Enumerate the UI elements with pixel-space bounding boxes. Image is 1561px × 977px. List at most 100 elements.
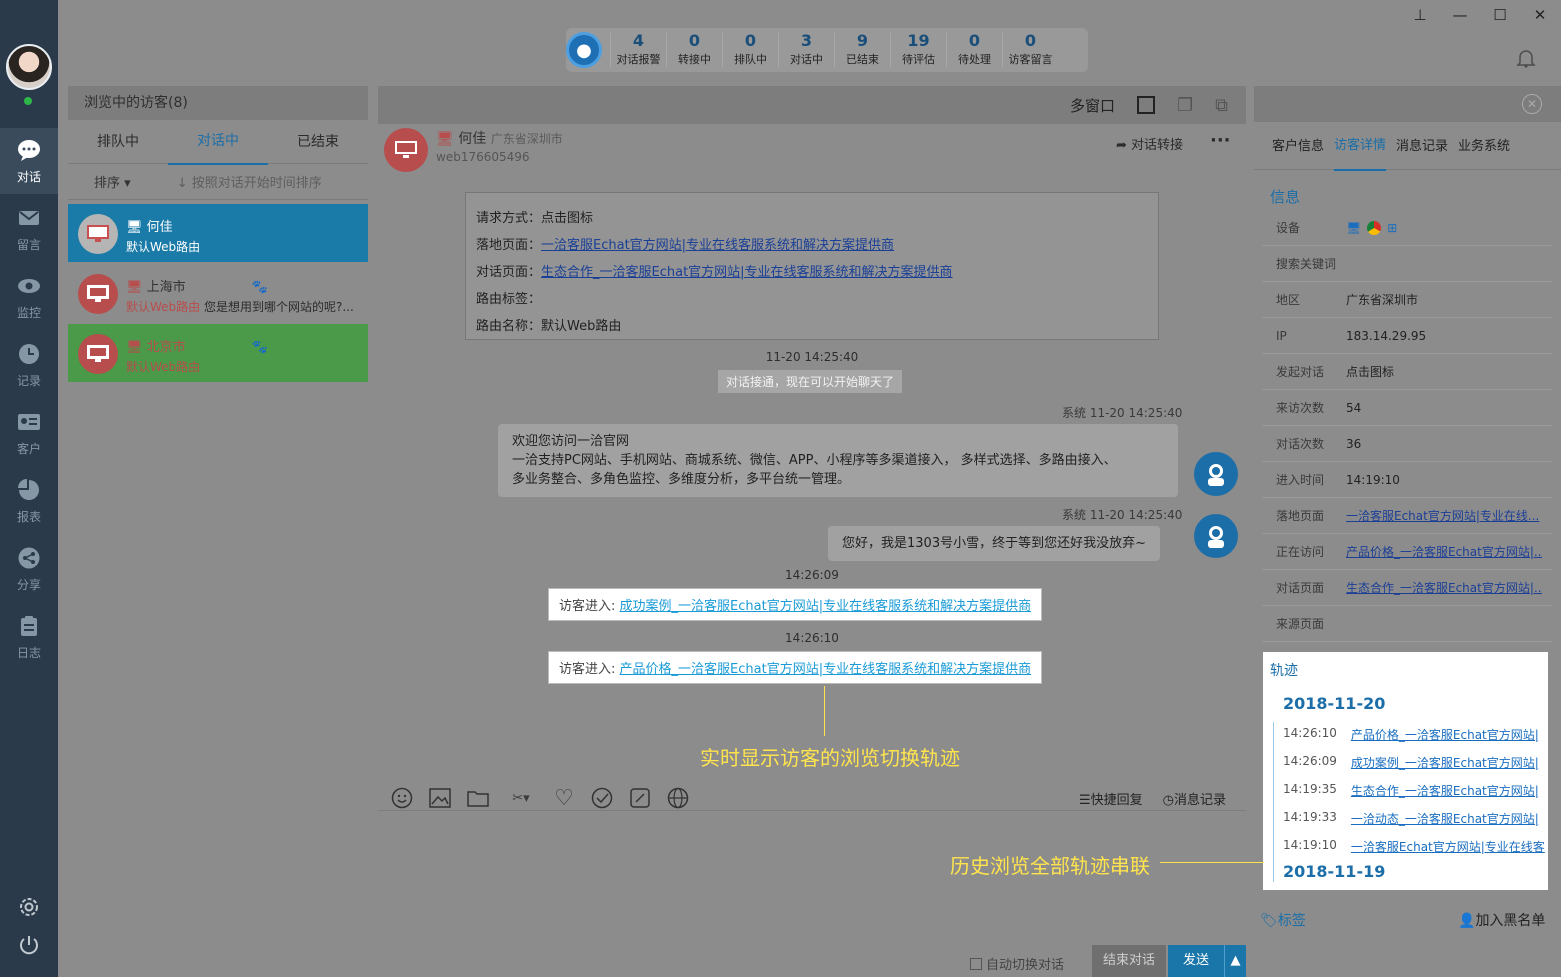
bell-icon[interactable] [1516,48,1536,72]
visitor-route: 默认Web路由 [126,360,201,374]
emoji-icon[interactable] [390,786,414,810]
tile-window-icon[interactable]: ⧉ [1215,95,1228,116]
track-time: 14:19:10 [1283,838,1337,852]
composer-toolbar: ✂▾ ♡ ☰快捷回复 ◷消息记录 [378,786,1246,811]
chat-page-link[interactable]: 生态合作_一洽客服Echat官方网站|专业在线客服系统和解决方案提供商 [541,265,953,280]
track-item: 14:26:09 成功案例_一洽客服Echat官方网站| [1283,754,1539,771]
close-panel-icon[interactable]: ✕ [1522,94,1542,114]
rating-icon[interactable] [590,786,614,810]
info-key: 来访次数 [1276,401,1325,415]
track-page-link[interactable]: 成功案例_一洽客服Echat官方网站| [1351,754,1539,771]
message-record-button[interactable]: ◷消息记录 [1163,789,1226,808]
nav-records-label: 记录 [16,373,41,388]
enter-page-link[interactable]: 产品价格_一洽客服Echat官方网站|专业在线客服系统和解决方案提供商 [620,662,1032,677]
annotation-line [824,686,825,736]
auto-switch-label: 自动切换对话 [986,958,1065,973]
send-options-caret-icon[interactable]: ▲ [1224,945,1246,977]
pin-icon[interactable]: ⊥ [1406,6,1434,24]
globe-icon[interactable] [666,786,690,810]
cascade-window-icon[interactable]: ❐ [1177,95,1193,116]
visitor-avatar [384,128,428,172]
nav-messages[interactable]: 留言 [0,196,58,262]
info-row: 对话页面 生态合作_一洽客服Echat官方网站|... [1262,570,1553,606]
stat-transferring[interactable]: 0 转接中 [666,33,722,67]
stat-queue[interactable]: 0 排队中 [722,33,778,67]
nav-records[interactable]: 记录 [0,332,58,398]
chat-page-link[interactable]: 生态合作_一洽客服Echat官方网站|... [1346,581,1542,595]
track-item: 14:19:10 一洽客服Echat官方网站|专业在线客 [1283,838,1545,855]
avatar[interactable] [6,44,52,90]
info-key: 路由标签： [476,292,542,307]
image-icon[interactable] [428,786,452,810]
folder-icon[interactable] [466,786,490,810]
stat-ended[interactable]: 9 已结束 [834,33,890,67]
visitor-item-shanghai[interactable]: 🖥 上海市 🐾 默认Web路由 您是想用到哪个网站的呢?... [68,264,368,322]
landing-page-link[interactable]: 一洽客服Echat官方网站|专业在线客服系统和解决方案提供商 [541,238,894,253]
link-icon[interactable] [628,786,652,810]
track-item: 14:26:10 产品价格_一洽客服Echat官方网站| [1283,726,1539,743]
send-button[interactable]: 发送 [1168,945,1224,977]
minimize-icon[interactable]: — [1446,6,1474,24]
tab-ended[interactable]: 已结束 [268,120,368,164]
track-page-link[interactable]: 产品价格_一洽客服Echat官方网站| [1351,726,1539,743]
tag-button[interactable]: 🏷标签 [1260,910,1306,930]
app-logo-icon: ● [566,32,602,68]
paw-icon: 🐾 [251,340,268,355]
stat-chatting[interactable]: 3 对话中 [778,33,834,67]
info-key: 对话页面： [476,265,542,280]
enter-label: 访客进入: [559,599,616,614]
enter-page-link[interactable]: 成功案例_一洽客服Echat官方网站|专业在线客服系统和解决方案提供商 [620,599,1032,614]
nav-customers[interactable]: 客户 [0,400,58,466]
stat-value: 0 [968,31,981,50]
nav-share[interactable]: 分享 [0,536,58,602]
landing-page-link[interactable]: 一洽客服Echat官方网站|专业在线... [1346,509,1539,523]
nav-log[interactable]: 日志 [0,604,58,670]
tab-queue[interactable]: 排队中 [68,120,168,164]
heart-icon[interactable]: ♡ [552,786,576,811]
nav-rail: 对话 留言 监控 记录 客户 报表 分享 日志 [0,0,58,977]
tab-customer-info[interactable]: 客户信息 [1272,124,1324,170]
settings-icon[interactable] [0,896,58,918]
tab-message-record[interactable]: 消息记录 [1396,124,1448,170]
blacklist-button[interactable]: 👤加入黑名单 [1458,910,1545,930]
stat-alert[interactable]: 4 对话报警 [610,33,666,67]
transfer-button[interactable]: ➦ 对话转接 [1116,134,1183,153]
nav-reports[interactable]: 报表 [0,468,58,534]
track-item: 14:19:35 生态合作_一洽客服Echat官方网站| [1283,782,1539,799]
visitor-panel: 浏览中的访客(8) 排队中 对话中 已结束 排序 ▾ ↓ 按照对话开始时间排序 … [68,86,368,944]
quick-reply-label: 快捷回复 [1090,792,1143,808]
track-page-link[interactable]: 一洽客服Echat官方网站|专业在线客 [1351,838,1545,855]
tab-business-system[interactable]: 业务系统 [1458,124,1510,170]
close-icon[interactable]: ✕ [1526,6,1554,24]
track-page-link[interactable]: 一洽动态_一洽客服Echat官方网站| [1351,810,1539,827]
track-page-link[interactable]: 生态合作_一洽客服Echat官方网站| [1351,782,1539,799]
timestamp: 11-20 14:25:40 [765,350,859,364]
tab-chatting[interactable]: 对话中 [168,119,268,165]
stat-visitor-messages[interactable]: 0 访客留言 [1002,33,1058,67]
right-panel-head [1254,86,1561,122]
id-card-icon [17,410,41,434]
tab-visitor-detail[interactable]: 访客详情 [1334,123,1387,171]
nav-monitor[interactable]: 监控 [0,264,58,330]
visitor-item-beijing[interactable]: 🖥 北京市 🐾 默认Web路由 [68,324,368,382]
end-chat-button[interactable]: 结束对话 [1092,945,1166,977]
nav-chat[interactable]: 对话 [0,128,58,194]
info-value: 183.14.29.95 [1346,328,1427,343]
sort-button[interactable]: 排序 ▾ [94,172,131,191]
auto-switch-checkbox[interactable] [970,957,982,970]
chat-visitor-name: 何佳 [458,131,487,147]
more-icon[interactable]: ··· [1210,130,1231,151]
quick-reply-button[interactable]: ☰快捷回复 [1079,789,1143,808]
current-page-link[interactable]: 产品价格_一洽客服Echat官方网站|... [1346,545,1542,559]
auto-switch-toggle[interactable]: 自动切换对话 [970,954,1064,973]
stat-pending[interactable]: 0 待处理 [946,33,1002,67]
stat-to-evaluate[interactable]: 19 待评估 [890,33,946,67]
scissors-icon[interactable]: ✂▾ [504,786,538,810]
single-window-icon[interactable] [1137,96,1155,114]
power-icon[interactable] [0,934,58,956]
visitor-item-hejia[interactable]: 🖥 何佳 默认Web路由 [68,204,368,262]
sort-label: 排序 [94,176,121,191]
online-status-icon [22,95,34,107]
request-info-box: 请求方式：点击图标 落地页面：一洽客服Echat官方网站|专业在线客服系统和解决… [465,192,1159,340]
maximize-icon[interactable]: ☐ [1486,6,1514,24]
